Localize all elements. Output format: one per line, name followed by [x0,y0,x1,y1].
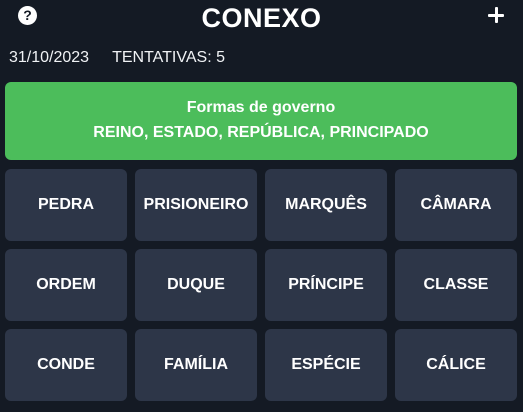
game-date: 31/10/2023 [9,49,90,66]
word-tile[interactable]: ORDEM [5,249,127,321]
word-tile[interactable]: FAMÍLIA [135,329,257,401]
word-tile[interactable]: ESPÉCIE [265,329,387,401]
word-tile[interactable]: CONDE [5,329,127,401]
attempts-counter: TENTATIVAS: 5 [112,49,225,66]
solved-group-category: Formas de governo [186,99,336,116]
word-tile[interactable]: CÂMARA [395,169,517,241]
word-tile[interactable]: DUQUE [135,249,257,321]
word-tile[interactable]: CÁLICE [395,329,517,401]
solved-group-banner: Formas de governo REINO, ESTADO, REPÚBLI… [5,82,517,160]
word-grid: PEDRA PRISIONEIRO MARQUÊS CÂMARA ORDEM D… [5,169,518,401]
conexo-app: ? CONEXO 31/10/2023 TENTATIVAS: 5 Formas … [0,0,523,412]
plus-icon[interactable] [486,5,506,25]
solved-group-words: REINO, ESTADO, REPÚBLICA, PRINCIPADO [93,124,429,141]
word-tile[interactable]: PRÍNCIPE [265,249,387,321]
page-title: CONEXO [201,3,322,33]
word-tile[interactable]: MARQUÊS [265,169,387,241]
word-tile[interactable]: PEDRA [5,169,127,241]
game-meta: 31/10/2023 TENTATIVAS: 5 [9,49,225,67]
word-tile[interactable]: CLASSE [395,249,517,321]
header: ? CONEXO [0,0,523,40]
word-tile[interactable]: PRISIONEIRO [135,169,257,241]
